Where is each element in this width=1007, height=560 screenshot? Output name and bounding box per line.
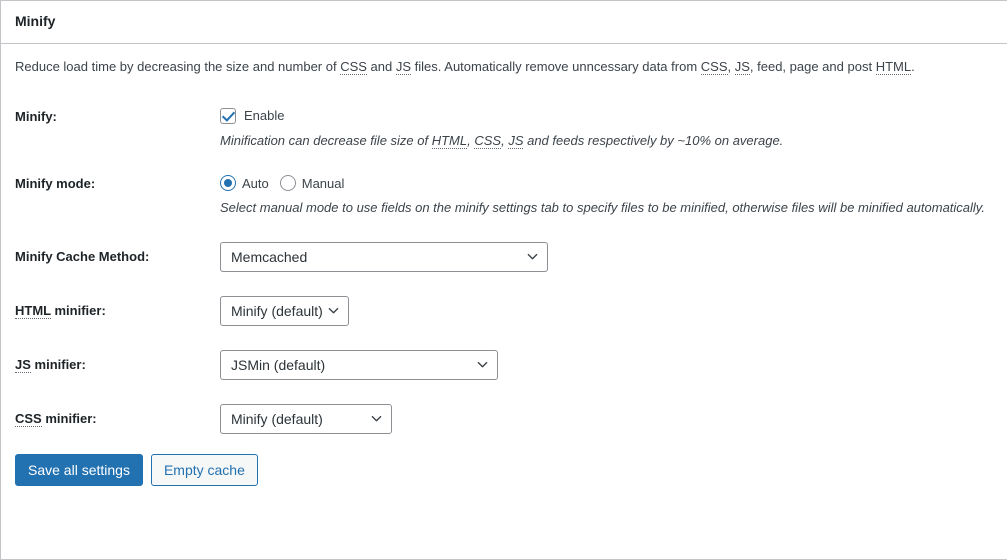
abbr-js-desc: JS <box>508 132 524 149</box>
abbr-html-label: HTML <box>15 302 51 319</box>
label-js-minifier: JS minifier: <box>15 338 220 392</box>
label-html-minifier: HTML minifier: <box>15 284 220 338</box>
page-title: Minify <box>15 13 56 30</box>
abbr-css-desc: CSS <box>474 132 502 149</box>
empty-cache-button[interactable]: Empty cache <box>150 453 258 486</box>
chevron-down-icon <box>477 359 488 370</box>
abbr-html: HTML <box>875 59 912 75</box>
field-minify: Enable Minification can decrease file si… <box>220 95 1005 163</box>
radio-manual[interactable] <box>279 175 296 192</box>
minify-mode-description: Select manual mode to use fields on the … <box>220 200 985 216</box>
field-cache-method: Memcached <box>220 230 1005 284</box>
js-minifier-select[interactable]: JSMin (default) <box>220 349 498 380</box>
abbr-css: CSS <box>340 59 367 75</box>
minify-settings-panel: Minify Reduce load time by decreasing th… <box>0 0 1007 560</box>
label-css-minifier-rest: minifier: <box>41 410 97 426</box>
field-js-minifier: JSMin (default) <box>220 338 1005 392</box>
minify-enable-control[interactable]: Enable <box>220 107 995 125</box>
row-css-minifier: CSS minifier: Minify (default) <box>15 392 1005 446</box>
css-minifier-select[interactable]: Minify (default) <box>220 403 392 434</box>
row-minify-mode: Minify mode: Auto Manual Select manual m… <box>15 162 1005 230</box>
minify-desc-4: and feeds respectively by ~10% on averag… <box>523 132 784 148</box>
field-html-minifier: Minify (default) <box>220 284 1005 338</box>
abbr-css-2: CSS <box>700 59 728 75</box>
intro-text-2: and <box>366 59 396 74</box>
html-minifier-select[interactable]: Minify (default) <box>220 295 349 326</box>
abbr-js-label: JS <box>15 356 31 373</box>
row-js-minifier: JS minifier: JSMin (default) <box>15 338 1005 392</box>
abbr-html-desc: HTML <box>431 132 468 149</box>
chevron-down-icon <box>328 305 339 316</box>
intro-text-3: files. Automatically remove unncessary d… <box>411 59 701 74</box>
label-minify-mode: Minify mode: <box>15 176 96 192</box>
save-all-settings-button[interactable]: Save all settings <box>15 453 143 486</box>
minify-desc-1: Minification can decrease file size of <box>220 132 432 148</box>
js-minifier-value: JSMin (default) <box>231 356 326 373</box>
intro-text-1: Reduce load time by decreasing the size … <box>15 59 341 74</box>
label-minify: Minify: <box>15 108 57 124</box>
minify-mode-option-auto[interactable]: Auto <box>220 175 269 192</box>
radio-auto[interactable] <box>220 175 236 192</box>
minify-mode-option-manual[interactable]: Manual <box>279 175 345 192</box>
field-css-minifier: Minify (default) <box>220 392 1005 446</box>
label-css-minifier: CSS minifier: <box>15 392 220 446</box>
field-minify-mode: Auto Manual Select manual mode to use fi… <box>220 162 1005 230</box>
chevron-down-icon <box>371 413 382 424</box>
settings-form-table: Minify: Enable Minification can decrease… <box>15 95 1005 446</box>
row-minify: Minify: Enable Minification can decrease… <box>15 95 1005 163</box>
panel-body: Reduce load time by decreasing the size … <box>1 44 1007 486</box>
minify-mode-radio-group: Auto Manual <box>220 174 995 192</box>
row-html-minifier: HTML minifier: Minify (default) <box>15 284 1005 338</box>
minify-enable-checkbox[interactable] <box>220 107 236 124</box>
radio-manual-label[interactable]: Manual <box>302 177 345 190</box>
minify-enable-label[interactable]: Enable <box>244 109 284 122</box>
abbr-js: JS <box>395 59 412 75</box>
label-html-minifier-rest: minifier: <box>50 302 106 318</box>
intro-text-6: . <box>911 59 915 74</box>
label-js-minifier-rest: minifier: <box>30 356 86 372</box>
css-minifier-value: Minify (default) <box>231 410 323 427</box>
intro-text-5: , feed, page and post <box>749 59 876 74</box>
panel-header: Minify <box>1 1 1007 44</box>
intro-description: Reduce load time by decreasing the size … <box>15 44 1005 78</box>
label-cache-method: Minify Cache Method: <box>15 248 150 264</box>
row-cache-method: Minify Cache Method: Memcached <box>15 230 1005 284</box>
minify-cache-method-select[interactable]: Memcached <box>220 241 548 272</box>
radio-auto-label[interactable]: Auto <box>242 177 269 190</box>
minify-description: Minification can decrease file size of H… <box>220 131 995 151</box>
abbr-js-2: JS <box>734 59 750 75</box>
html-minifier-value: Minify (default) <box>231 302 323 319</box>
minify-cache-method-value: Memcached <box>231 248 308 265</box>
intro-text-4: , <box>727 59 735 74</box>
abbr-css-label: CSS <box>15 410 42 427</box>
chevron-down-icon <box>527 251 538 262</box>
form-actions: Save all settings Empty cache <box>15 446 1005 486</box>
